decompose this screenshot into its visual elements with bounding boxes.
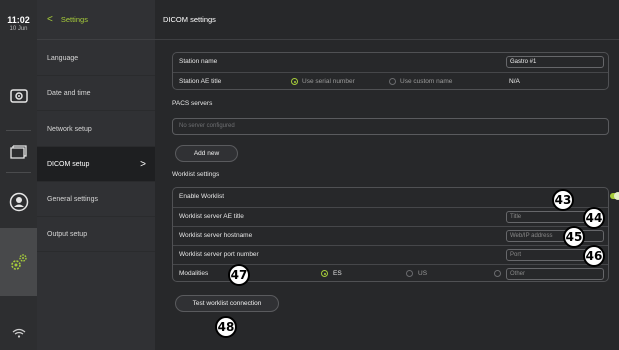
pacs-server-list[interactable]: No server configured: [172, 118, 609, 135]
callout-marker: 47: [228, 264, 250, 286]
station-ae-value: N/A: [509, 78, 520, 85]
menu-header: < Settings: [37, 0, 155, 40]
worklist-section-title: Worklist settings: [172, 171, 220, 178]
clock-date: 10 Jun: [9, 26, 28, 32]
rail-settings-button[interactable]: [0, 228, 37, 296]
menu-item-output-setup[interactable]: Output setup: [37, 217, 155, 252]
rail-user-button[interactable]: [0, 168, 37, 236]
settings-gear-icon: [9, 252, 29, 272]
user-icon: [9, 192, 29, 212]
worklist-ae-row: Worklist server AE title Title: [173, 207, 608, 225]
menu-item-dicom-setup[interactable]: DICOM setup >: [37, 147, 155, 182]
radio-modality-es-label: ES: [333, 270, 342, 277]
menu-item-label: General settings: [47, 195, 98, 203]
radio-modality-es[interactable]: [321, 270, 328, 277]
menu-item-network-setup[interactable]: Network setup: [37, 112, 155, 147]
menu-title: Settings: [60, 15, 88, 24]
radio-use-custom-label: Use custom name: [400, 78, 453, 85]
menu-item-label: DICOM setup: [47, 160, 90, 168]
worklist-host-field[interactable]: Web/IP address: [506, 230, 604, 242]
callout-marker: 44: [583, 207, 605, 229]
station-ae-label: Station AE title: [179, 78, 222, 85]
menu-item-date-time[interactable]: Date and time: [37, 76, 155, 111]
status-clock: 11:02 10 Jun: [0, 15, 37, 33]
test-worklist-connection-button[interactable]: Test worklist connection: [175, 295, 279, 312]
folder-icon: [9, 144, 28, 160]
callout-marker: 48: [215, 316, 237, 338]
page-title: DICOM settings: [155, 0, 619, 40]
modality-other-field[interactable]: Other: [506, 268, 604, 280]
menu-item-label: Output setup: [47, 230, 88, 238]
radio-use-custom[interactable]: [389, 78, 396, 85]
enable-worklist-label: Enable Worklist: [179, 193, 225, 200]
radio-modality-us[interactable]: [406, 270, 413, 277]
wifi-icon: [12, 328, 26, 338]
station-name-label: Station name: [179, 58, 218, 65]
pacs-section-title: PACS servers: [172, 100, 213, 107]
station-name-row: Station name Gastro #1: [173, 53, 608, 71]
add-pacs-server-button[interactable]: Add new: [175, 145, 238, 162]
radio-modality-us-label: US: [418, 270, 428, 277]
menu-item-language[interactable]: Language: [37, 41, 155, 76]
rail-wifi-status: [0, 315, 37, 350]
enable-worklist-toggle[interactable]: [610, 192, 619, 200]
worklist-port-row: Worklist server port number Port: [173, 245, 608, 263]
back-button[interactable]: <: [47, 14, 53, 25]
worklist-ae-label: Worklist server AE title: [179, 213, 244, 220]
station-settings-box: Station name Gastro #1 Station AE title …: [172, 52, 609, 90]
monitor-icon: [9, 89, 28, 103]
menu-item-label: Date and time: [47, 89, 91, 97]
radio-modality-other[interactable]: [494, 270, 501, 277]
settings-menu: < Settings Language Date and time Networ…: [37, 0, 155, 350]
worklist-host-label: Worklist server hostname: [179, 232, 253, 239]
radio-use-serial-label: Use serial number: [302, 78, 355, 85]
station-ae-row: Station AE title Use serial number Use c…: [173, 72, 608, 90]
menu-item-label: Network setup: [47, 125, 92, 133]
enable-worklist-row: Enable Worklist: [173, 188, 619, 206]
worklist-port-label: Worklist server port number: [179, 251, 259, 258]
radio-use-serial[interactable]: [291, 78, 298, 85]
station-name-field[interactable]: Gastro #1: [506, 56, 604, 68]
callout-marker: 43: [552, 189, 574, 211]
menu-item-label: Language: [47, 54, 79, 62]
callout-marker: 46: [583, 245, 605, 267]
menu-item-general-settings[interactable]: General settings: [37, 182, 155, 217]
dicom-settings-panel: DICOM settings Station name Gastro #1 St…: [155, 0, 619, 350]
chevron-right-icon: >: [140, 158, 146, 170]
icon-rail: 11:02 10 Jun: [0, 0, 37, 350]
clock-time: 11:02: [7, 15, 30, 25]
worklist-host-row: Worklist server hostname Web/IP address: [173, 226, 608, 244]
modalities-label: Modalities: [179, 270, 209, 277]
callout-marker: 45: [563, 226, 585, 248]
